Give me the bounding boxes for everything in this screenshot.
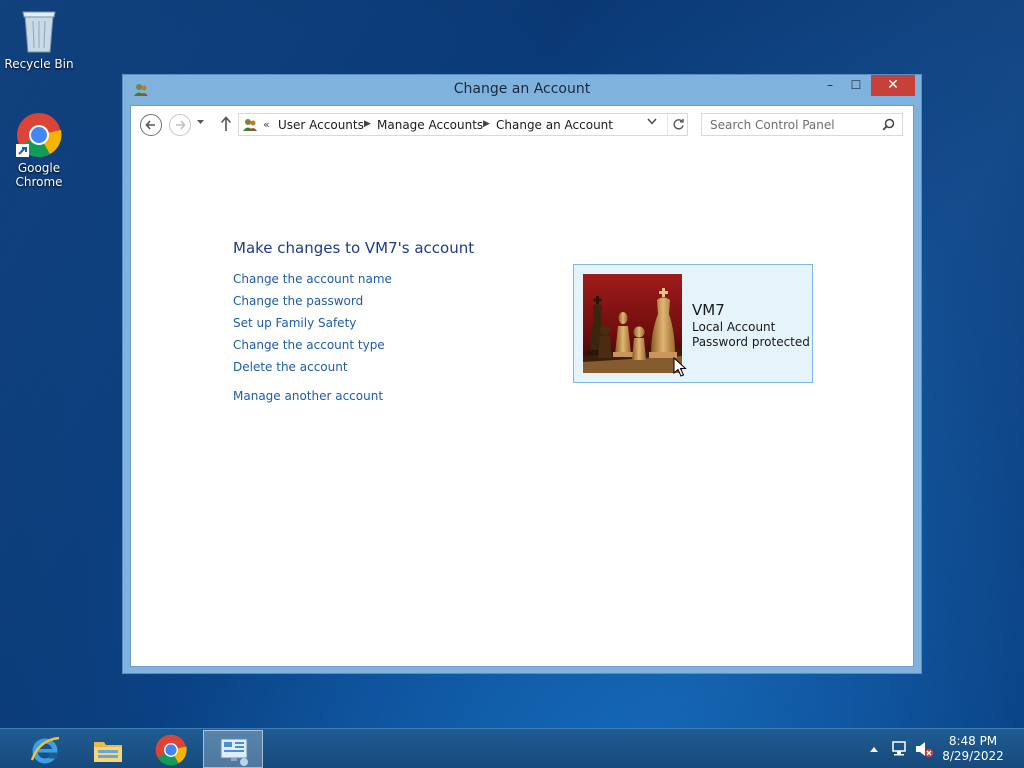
up-button[interactable] (219, 115, 233, 137)
change-account-name-link[interactable]: Change the account name (233, 272, 392, 286)
delete-account-link[interactable]: Delete the account (233, 360, 348, 374)
account-tile[interactable]: VM7 Local Account Password protected (573, 264, 813, 383)
chrome-icon (155, 734, 187, 766)
taskbar-internet-explorer[interactable] (15, 730, 75, 768)
account-type: Local Account (692, 320, 776, 334)
arrow-up-icon (220, 116, 232, 131)
system-clock[interactable]: 8:48 PM 8/29/2022 (930, 734, 1016, 764)
chess-pieces-avatar-image (583, 274, 682, 373)
recycle-bin-icon (22, 11, 56, 53)
window-client-area: « User Accounts ▶ Manage Accounts ▶ Chan… (130, 105, 914, 667)
search-box[interactable] (701, 113, 903, 136)
family-safety-link[interactable]: Set up Family Safety (233, 316, 356, 330)
refresh-button[interactable] (667, 114, 688, 135)
breadcrumb-user-accounts[interactable]: User Accounts (278, 118, 364, 132)
address-bar[interactable]: « User Accounts ▶ Manage Accounts ▶ Chan… (238, 113, 688, 136)
taskbar-google-chrome[interactable] (141, 730, 201, 768)
control-panel-icon (220, 738, 248, 766)
taskbar-file-explorer[interactable] (78, 730, 138, 768)
taskbar-control-panel[interactable] (203, 730, 263, 768)
network-icon[interactable] (890, 740, 908, 758)
recent-locations-button[interactable] (196, 118, 205, 128)
folder-icon (94, 742, 122, 762)
avatar (583, 274, 682, 373)
mouse-cursor-icon (673, 357, 687, 377)
page-title: Make changes to VM7's account (233, 239, 475, 257)
desktop-icon-recycle-bin[interactable]: Recycle Bin (1, 6, 77, 71)
breadcrumb-change-account[interactable]: Change an Account (496, 118, 613, 132)
chevron-down-icon (647, 118, 657, 125)
account-name: VM7 (692, 301, 725, 319)
clock-time: 8:48 PM (948, 734, 998, 748)
desktop-icon-google-chrome[interactable]: Google Chrome (1, 112, 77, 189)
manage-another-account-link[interactable]: Manage another account (233, 389, 383, 403)
window-titlebar[interactable]: Change an Account – ☐ ✕ (123, 75, 921, 105)
user-accounts-icon (243, 119, 257, 131)
chevron-down-icon (197, 120, 204, 124)
close-button[interactable]: ✕ (871, 75, 915, 96)
breadcrumb-separator-icon[interactable]: ▶ (364, 119, 371, 129)
breadcrumb-separator-icon[interactable]: ▶ (483, 119, 490, 129)
address-dropdown-button[interactable] (647, 117, 657, 128)
desktop-icon-label: Recycle Bin (4, 57, 74, 71)
address-overflow-chevron[interactable]: « (263, 118, 270, 131)
taskbar: 8:48 PM 8/29/2022 (0, 728, 1024, 768)
account-password-status: Password protected (692, 335, 810, 349)
change-account-type-link[interactable]: Change the account type (233, 338, 385, 352)
refresh-icon (673, 119, 684, 130)
forward-button[interactable] (169, 114, 191, 136)
chrome-icon (16, 113, 62, 157)
clock-date: 8/29/2022 (942, 749, 1004, 763)
show-hidden-icons-icon[interactable] (869, 745, 879, 753)
window-title: Change an Account (453, 81, 591, 97)
search-input[interactable] (702, 114, 877, 135)
desktop-icon-label: Google Chrome (15, 161, 63, 189)
arrow-right-icon (176, 120, 186, 130)
maximize-button[interactable]: ☐ (843, 75, 869, 96)
internet-explorer-icon (30, 736, 60, 764)
arrow-left-icon (145, 120, 155, 130)
search-icon[interactable] (882, 118, 895, 131)
change-account-window: Change an Account – ☐ ✕ « User Accounts … (122, 74, 922, 674)
breadcrumb-manage-accounts[interactable]: Manage Accounts (377, 118, 483, 132)
change-password-link[interactable]: Change the password (233, 294, 363, 308)
minimize-button[interactable]: – (817, 75, 843, 96)
back-button[interactable] (140, 114, 162, 136)
